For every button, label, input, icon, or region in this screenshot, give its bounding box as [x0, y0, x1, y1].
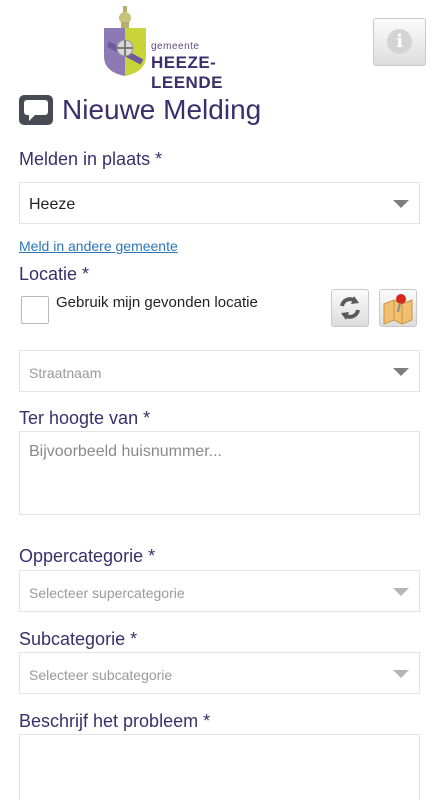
info-icon: i [387, 29, 412, 54]
info-button[interactable]: i [373, 18, 426, 66]
refresh-location-button[interactable] [331, 289, 369, 327]
logo-title: HEEZE-LEENDE [151, 53, 223, 92]
chevron-down-icon [393, 368, 409, 376]
map-pin-icon [383, 294, 413, 325]
description-textarea[interactable] [19, 734, 420, 800]
page-title: Nieuwe Melding [62, 94, 262, 125]
supercategory-label: Oppercategorie * [19, 546, 156, 566]
use-location-label: Gebruik mijn gevonden locatie [56, 294, 258, 311]
speech-bubble-icon [19, 95, 53, 125]
coat-of-arms-icon [104, 6, 146, 76]
place-value: Heeze [29, 196, 76, 213]
subcategory-select[interactable]: Selecteer subcategorie [19, 652, 420, 694]
supercategory-placeholder: Selecteer supercategorie [29, 585, 185, 601]
near-textarea[interactable]: Bijvoorbeeld huisnummer... [19, 431, 420, 515]
place-select[interactable]: Heeze [19, 182, 420, 224]
map-location-button[interactable] [379, 289, 417, 327]
logo-subtitle: gemeente [151, 41, 200, 52]
municipality-logo: gemeente HEEZE-LEENDE [100, 4, 280, 92]
near-label: Ter hoogte van * [19, 408, 151, 428]
place-label: Melden in plaats * [19, 149, 163, 169]
description-label: Beschrijf het probleem * [19, 711, 211, 731]
near-placeholder: Bijvoorbeeld huisnummer... [29, 443, 222, 460]
subcategory-placeholder: Selecteer subcategorie [29, 667, 173, 683]
use-location-checkbox[interactable] [21, 296, 49, 324]
refresh-icon [340, 296, 360, 320]
chevron-down-icon [393, 670, 409, 678]
other-municipality-link[interactable]: Meld in andere gemeente [19, 238, 178, 254]
subcategory-label: Subcategorie * [19, 629, 138, 649]
location-label: Locatie * [19, 264, 90, 284]
street-placeholder: Straatnaam [29, 365, 102, 381]
chevron-down-icon [393, 200, 409, 208]
chevron-down-icon [393, 588, 409, 596]
supercategory-select[interactable]: Selecteer supercategorie [19, 570, 420, 612]
street-select[interactable]: Straatnaam [19, 350, 420, 392]
